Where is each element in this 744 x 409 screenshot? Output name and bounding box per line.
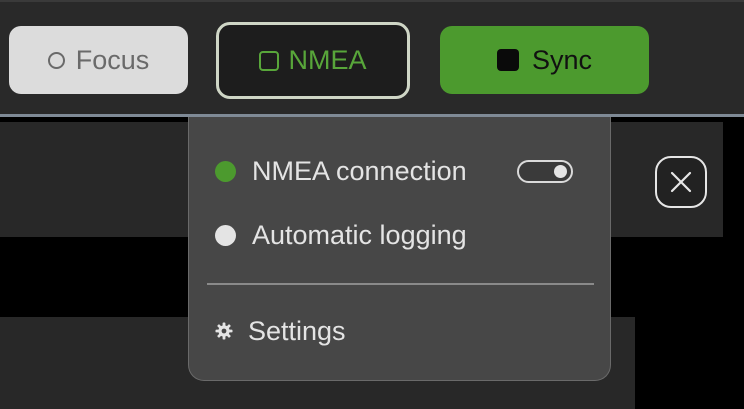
menu-item-label: NMEA connection — [252, 155, 467, 186]
menu-item-nmea-connection[interactable]: NMEA connection — [215, 153, 467, 189]
nmea-dropdown-menu: NMEA connection Automatic logging Settin… — [188, 117, 611, 381]
toggle-knob — [554, 165, 567, 178]
menu-item-settings[interactable]: Settings — [215, 313, 346, 349]
menu-item-automatic-logging[interactable]: Automatic logging — [215, 217, 467, 253]
top-toolbar: Focus NMEA Sync — [0, 0, 744, 116]
status-dot-icon — [215, 224, 236, 246]
circle-outline-icon — [47, 51, 65, 69]
focus-button[interactable]: Focus — [9, 26, 188, 94]
focus-button-label: Focus — [75, 44, 150, 75]
square-outline-icon — [259, 50, 280, 71]
menu-item-label: Settings — [248, 315, 346, 346]
nmea-button-label: NMEA — [288, 45, 367, 75]
sync-button[interactable]: Sync — [440, 26, 649, 94]
close-button[interactable] — [655, 156, 707, 208]
nmea-button[interactable]: NMEA — [216, 22, 410, 99]
menu-divider — [207, 283, 594, 285]
status-dot-icon — [215, 160, 236, 182]
close-icon — [670, 171, 692, 193]
gear-icon — [215, 322, 233, 340]
app-window: Focus NMEA Sync NMEA connection Automati… — [0, 0, 744, 409]
sync-button-label: Sync — [531, 44, 593, 75]
square-filled-icon — [496, 49, 519, 71]
menu-item-label: Automatic logging — [252, 219, 467, 250]
nmea-connection-toggle[interactable] — [517, 160, 573, 183]
